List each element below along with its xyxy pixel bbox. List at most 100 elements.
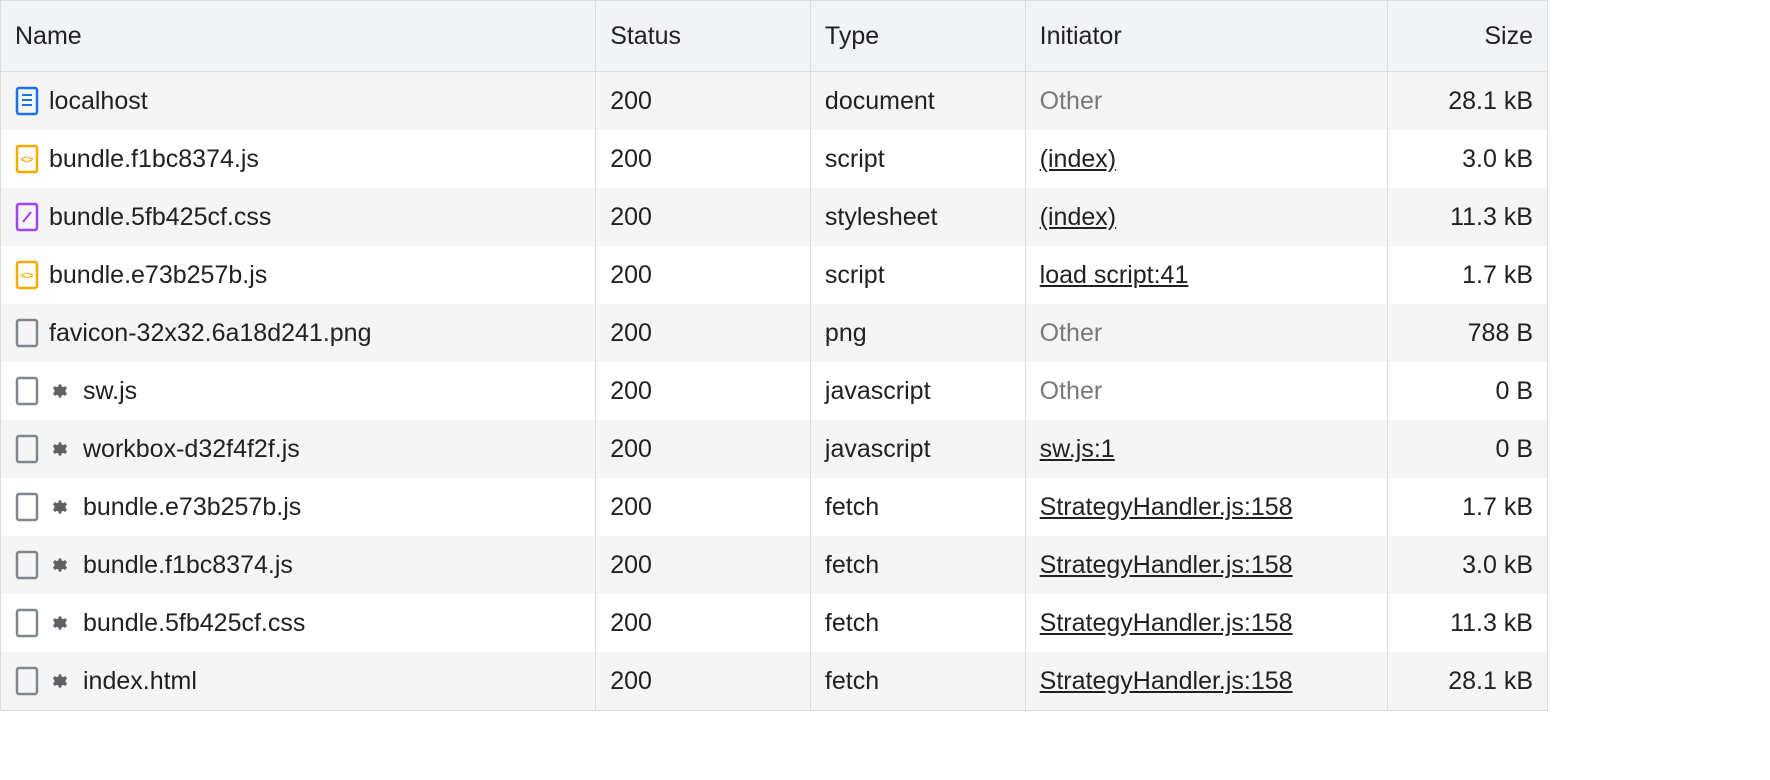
status-cell: 200 xyxy=(596,478,811,536)
initiator-cell: Other xyxy=(1026,304,1389,362)
initiator-cell[interactable]: (index) xyxy=(1026,188,1389,246)
column-header-size[interactable]: Size xyxy=(1388,1,1547,71)
request-name: bundle.e73b257b.js xyxy=(83,493,301,522)
request-name: favicon-32x32.6a18d241.png xyxy=(49,319,372,348)
size-cell: 11.3 kB xyxy=(1388,188,1547,246)
type-cell: stylesheet xyxy=(811,188,1026,246)
request-name: index.html xyxy=(83,667,197,696)
initiator-text: Other xyxy=(1040,319,1103,348)
request-name: bundle.5fb425cf.css xyxy=(49,203,271,232)
table-row[interactable]: bundle.e73b257b.js 200fetch StrategyHandle… xyxy=(1,478,1547,536)
name-cell[interactable]: <> bundle.e73b257b.js xyxy=(1,246,596,304)
status-cell: 200 xyxy=(596,72,811,130)
table-row[interactable]: index.html 200fetch StrategyHandler.js:158… xyxy=(1,652,1547,710)
initiator-link[interactable]: (index) xyxy=(1040,203,1116,232)
size-cell: 3.0 kB xyxy=(1388,130,1547,188)
type-cell: fetch xyxy=(811,652,1026,710)
table-row[interactable]: favicon-32x32.6a18d241.png 200png Other 788… xyxy=(1,304,1547,362)
table-row[interactable]: bundle.f1bc8374.js200fetchStrategyHandle… xyxy=(1,536,1547,594)
size-cell: 1.7 kB xyxy=(1388,246,1547,304)
name-cell[interactable]: index.html xyxy=(1,652,596,710)
request-name: bundle.f1bc8374.js xyxy=(49,145,259,174)
type-cell: png xyxy=(811,304,1026,362)
status-cell: 200 xyxy=(596,362,811,420)
initiator-cell[interactable]: load script:41 xyxy=(1026,246,1389,304)
table-row[interactable]: bundle.5fb425cf.css 200fetch StrategyHandl… xyxy=(1,594,1547,652)
size-cell: 28.1 kB xyxy=(1388,72,1547,130)
type-cell: javascript xyxy=(811,362,1026,420)
initiator-cell[interactable]: StrategyHandler.js:158 xyxy=(1026,536,1389,594)
status-cell: 200 xyxy=(596,594,811,652)
size-cell: 11.3 kB xyxy=(1388,594,1547,652)
table-row[interactable]: <> bundle.f1bc8374.js 200script (index) 3.0 … xyxy=(1,130,1547,188)
initiator-link[interactable]: load script:41 xyxy=(1040,261,1189,290)
script-file-icon: <> xyxy=(15,260,39,290)
request-name: sw.js xyxy=(83,377,137,406)
column-header-initiator[interactable]: Initiator xyxy=(1026,1,1389,71)
name-cell[interactable]: bundle.e73b257b.js xyxy=(1,478,596,536)
initiator-link[interactable]: (index) xyxy=(1040,145,1116,174)
generic-file-icon xyxy=(15,376,39,406)
generic-file-icon xyxy=(15,608,39,638)
name-cell[interactable]: sw.js xyxy=(1,362,596,420)
request-name: workbox-d32f4f2f.js xyxy=(83,435,300,464)
name-cell[interactable]: favicon-32x32.6a18d241.png xyxy=(1,304,596,362)
initiator-cell[interactable]: StrategyHandler.js:158 xyxy=(1026,652,1389,710)
type-cell: script xyxy=(811,246,1026,304)
initiator-cell[interactable]: sw.js:1 xyxy=(1026,420,1389,478)
svg-text:<>: <> xyxy=(21,154,34,166)
status-cell: 200 xyxy=(596,188,811,246)
generic-file-icon xyxy=(15,492,39,522)
status-cell: 200 xyxy=(596,304,811,362)
gear-icon xyxy=(49,380,71,402)
table-row[interactable]: bundle.5fb425cf.css 200stylesheet (index) 1… xyxy=(1,188,1547,246)
initiator-cell[interactable]: (index) xyxy=(1026,130,1389,188)
initiator-cell: Other xyxy=(1026,362,1389,420)
initiator-link[interactable]: StrategyHandler.js:158 xyxy=(1040,551,1293,580)
status-cell: 200 xyxy=(596,130,811,188)
size-cell: 28.1 kB xyxy=(1388,652,1547,710)
table-row[interactable]: sw.js 200javascriptOther0 B xyxy=(1,362,1547,420)
request-name: bundle.5fb425cf.css xyxy=(83,609,305,638)
table-row[interactable]: localhost200documentOther28.1 kB xyxy=(1,72,1547,130)
name-cell[interactable]: bundle.f1bc8374.js xyxy=(1,536,596,594)
gear-icon xyxy=(49,438,71,460)
request-name: bundle.e73b257b.js xyxy=(49,261,267,290)
initiator-link[interactable]: sw.js:1 xyxy=(1040,435,1115,464)
initiator-cell[interactable]: StrategyHandler.js:158 xyxy=(1026,478,1389,536)
gear-icon xyxy=(49,554,71,576)
name-cell[interactable]: <> bundle.f1bc8374.js xyxy=(1,130,596,188)
table-row[interactable]: workbox-d32f4f2f.js200javascriptsw.js:10… xyxy=(1,420,1547,478)
generic-file-icon xyxy=(15,550,39,580)
size-cell: 0 B xyxy=(1388,362,1547,420)
table-row[interactable]: <>bundle.e73b257b.js200scriptload script… xyxy=(1,246,1547,304)
table-header-row: Name Status Type Initiator Size xyxy=(1,1,1547,72)
column-header-name[interactable]: Name xyxy=(1,1,596,71)
name-cell[interactable]: workbox-d32f4f2f.js xyxy=(1,420,596,478)
gear-icon xyxy=(49,496,71,518)
column-header-type[interactable]: Type xyxy=(811,1,1026,71)
request-name: bundle.f1bc8374.js xyxy=(83,551,293,580)
type-cell: fetch xyxy=(811,478,1026,536)
stylesheet-file-icon xyxy=(15,202,39,232)
generic-file-icon xyxy=(15,666,39,696)
svg-text:<>: <> xyxy=(21,270,34,282)
size-cell: 3.0 kB xyxy=(1388,536,1547,594)
status-cell: 200 xyxy=(596,420,811,478)
status-cell: 200 xyxy=(596,652,811,710)
size-cell: 0 B xyxy=(1388,420,1547,478)
initiator-link[interactable]: StrategyHandler.js:158 xyxy=(1040,667,1293,696)
size-cell: 788 B xyxy=(1388,304,1547,362)
column-header-status[interactable]: Status xyxy=(596,1,811,71)
name-cell[interactable]: bundle.5fb425cf.css xyxy=(1,188,596,246)
initiator-link[interactable]: StrategyHandler.js:158 xyxy=(1040,493,1293,522)
initiator-cell[interactable]: StrategyHandler.js:158 xyxy=(1026,594,1389,652)
initiator-link[interactable]: StrategyHandler.js:158 xyxy=(1040,609,1293,638)
name-cell[interactable]: localhost xyxy=(1,72,596,130)
document-file-icon xyxy=(15,86,39,116)
generic-file-icon xyxy=(15,434,39,464)
name-cell[interactable]: bundle.5fb425cf.css xyxy=(1,594,596,652)
type-cell: fetch xyxy=(811,594,1026,652)
type-cell: script xyxy=(811,130,1026,188)
initiator-text: Other xyxy=(1040,87,1103,116)
